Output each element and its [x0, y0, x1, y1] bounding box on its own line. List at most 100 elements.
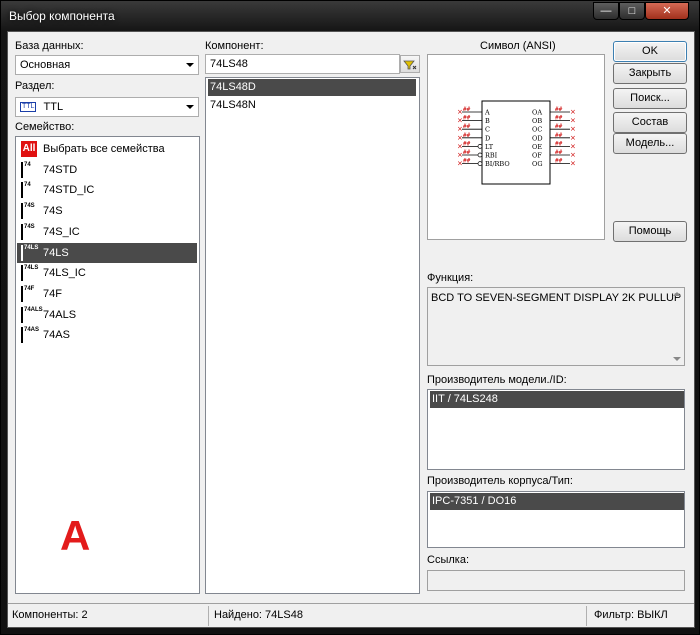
family-item-label: 74ALS — [43, 308, 77, 321]
package-maker-item[interactable]: IPC-7351 / DO16 — [430, 493, 684, 510]
database-label: База данных: — [15, 40, 84, 52]
composition-button[interactable]: Состав — [613, 112, 687, 133]
function-value: BCD TO SEVEN-SEGMENT DISPLAY 2K PULLUP — [431, 292, 682, 304]
model-maker-label: Производитель модели./ID: — [427, 374, 567, 386]
model-button[interactable]: Модель... — [613, 133, 687, 154]
family-item[interactable]: 74 74STD — [17, 160, 197, 180]
pin-label: OD — [532, 134, 543, 142]
pin-marker-icon: × — [570, 117, 576, 125]
pin-label: LT — [485, 143, 494, 151]
maximize-icon: □ — [628, 5, 636, 17]
family-item[interactable]: 74F 74F — [17, 284, 197, 304]
pin-marker-icon: × — [570, 160, 576, 168]
package-maker-label: Производитель корпуса/Тип: — [427, 475, 573, 487]
help-button[interactable]: Помощь — [613, 221, 687, 242]
section-value: TTL — [43, 101, 64, 113]
pin-tag: ## — [555, 158, 563, 165]
pin-tag: ## — [555, 115, 563, 122]
close-icon: ✕ — [662, 5, 672, 17]
component-list[interactable]: 74LS48D 74LS48N — [205, 77, 420, 594]
pin-tag: ## — [463, 158, 471, 165]
model-maker-list[interactable]: IIT / 74LS248 — [427, 389, 685, 470]
component-value: 74LS48 — [210, 58, 248, 70]
pin-tag: ## — [555, 132, 563, 139]
logic-gate-icon: 74LS — [21, 265, 38, 282]
pin-label: OE — [532, 143, 542, 151]
family-item-label: 74LS — [43, 246, 69, 259]
pin-label: A — [484, 109, 490, 117]
family-item-label: 74STD — [43, 163, 78, 176]
database-combo[interactable]: Основная — [15, 55, 199, 75]
logic-gate-icon: 74 — [21, 182, 37, 199]
family-item[interactable]: 74LS 74LS_IC — [17, 263, 197, 283]
pin-marker-icon: × — [457, 117, 463, 125]
component-item[interactable]: 74LS48N — [208, 97, 416, 114]
family-item[interactable]: 74S 74S — [17, 201, 197, 221]
component-item[interactable]: 74LS48D — [208, 79, 416, 96]
logic-gate-icon: 74S — [21, 203, 37, 220]
family-item-label: 74F — [43, 287, 62, 300]
status-found: Найдено: 74LS48 — [214, 609, 303, 621]
link-field[interactable] — [427, 570, 685, 591]
pin-label: C — [485, 126, 490, 134]
pin-label: OG — [532, 160, 543, 168]
component-label: Компонент: — [205, 40, 264, 52]
family-list[interactable]: All Выбрать все семейства 74 74STD 74 74STD_I… — [15, 136, 200, 594]
package-maker-list[interactable]: IPC-7351 / DO16 — [427, 491, 685, 548]
pin-marker-icon: × — [457, 134, 463, 142]
minimize-button[interactable]: — — [593, 2, 619, 20]
title-bar[interactable]: Выбор компонента — □ ✕ — [1, 1, 700, 31]
family-item-label: 74STD_IC — [43, 184, 95, 197]
scroll-down-icon — [673, 357, 681, 361]
pin-label: OB — [532, 117, 542, 125]
family-item-label: 74LS_IC — [43, 267, 86, 280]
logic-gate-icon: 74 — [21, 161, 37, 178]
maximize-button[interactable]: □ — [619, 2, 645, 20]
status-divider — [208, 606, 209, 626]
pin-tag: ## — [463, 123, 471, 130]
pin-label: BI/RBO — [485, 160, 510, 168]
pin-label: OA — [532, 109, 542, 117]
logic-gate-icon: 74LS — [21, 244, 38, 261]
status-divider — [586, 606, 587, 626]
close-window-button[interactable]: ✕ — [645, 2, 689, 20]
family-item[interactable]: 74ALS 74ALS — [17, 305, 197, 325]
model-maker-item[interactable]: IIT / 74LS248 — [430, 391, 684, 408]
section-combo[interactable]: TTL TTL — [15, 97, 199, 117]
pin-label: B — [485, 117, 490, 125]
family-item[interactable]: 74LS 74LS — [17, 242, 197, 263]
family-item[interactable]: 74AS 74AS — [17, 325, 197, 345]
filter-button[interactable] — [400, 55, 420, 73]
chevron-down-icon — [186, 105, 194, 109]
scroll-up-icon — [673, 292, 681, 296]
pin-tag: ## — [463, 132, 471, 139]
function-scrollbar[interactable] — [670, 288, 684, 365]
pin-tag: ## — [463, 140, 471, 147]
logic-gate-icon: 74ALS — [21, 306, 43, 323]
family-item[interactable]: 74 74STD_IC — [17, 180, 197, 200]
all-families-icon: All — [21, 141, 37, 157]
family-item[interactable]: All Выбрать все семейства — [17, 139, 197, 159]
status-filter: Фильтр: ВЫКЛ — [594, 609, 668, 621]
pin-marker-icon: × — [457, 160, 463, 168]
ok-button[interactable]: OK — [613, 41, 687, 62]
window-title: Выбор компонента — [9, 9, 115, 23]
filter-icon — [403, 60, 417, 70]
function-textbox[interactable]: BCD TO SEVEN-SEGMENT DISPLAY 2K PULLUP — [427, 287, 685, 366]
family-label: Семейство: — [15, 121, 75, 133]
database-value: Основная — [20, 59, 71, 71]
family-item[interactable]: 74S 74S_IC — [17, 222, 197, 242]
minimize-icon: — — [600, 5, 612, 17]
pin-tag: ## — [463, 106, 471, 113]
symbol-preview: ## × A ## × B ## × C ## × D ## × LT ## × RBI ## × BI/RBO ## × O… — [427, 54, 605, 240]
pin-marker-icon: × — [457, 151, 463, 159]
pin-tag: ## — [555, 140, 563, 147]
search-button[interactable]: Поиск... — [613, 88, 687, 109]
family-item-label: 74AS — [43, 329, 70, 342]
pin-marker-icon: × — [570, 125, 576, 133]
annotation-letter: A — [60, 512, 91, 559]
close-button[interactable]: Закрыть — [613, 63, 687, 84]
component-input[interactable]: 74LS48 — [205, 54, 400, 74]
pin-marker-icon: × — [570, 151, 576, 159]
pin-marker-icon: × — [457, 125, 463, 133]
